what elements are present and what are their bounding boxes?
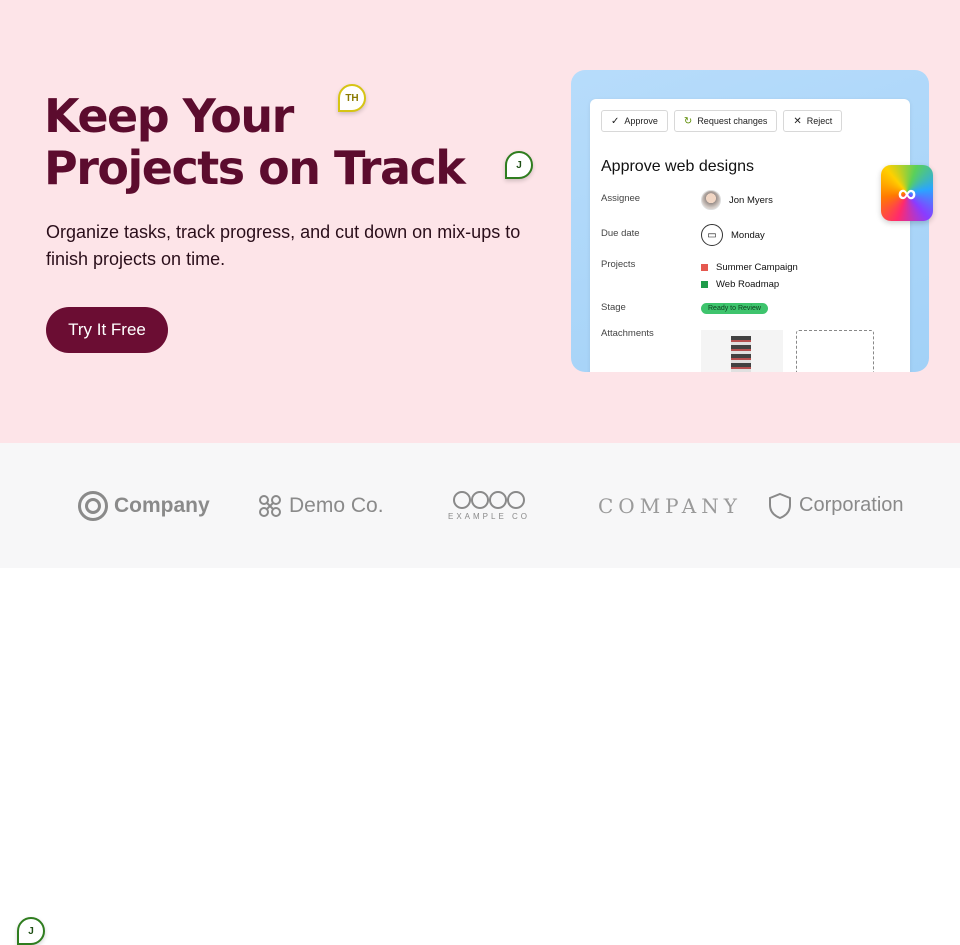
due-date-text: Monday xyxy=(731,229,765,241)
assignee-label: Assignee xyxy=(601,193,641,204)
plus-icon: + xyxy=(831,369,839,372)
check-icon: ✓ xyxy=(611,115,620,127)
project-item[interactable]: Web Roadmap xyxy=(701,279,779,290)
project-color-swatch xyxy=(701,264,708,271)
task-actions: ✓ Approve ↻ Request changes ✕ Reject xyxy=(601,110,843,132)
creative-cloud-logo-icon: ∞ xyxy=(881,165,933,221)
logo-demo-co: Demo Co. xyxy=(257,443,384,568)
puzzle-icon xyxy=(259,494,281,517)
logo-demo-co-text: Demo Co. xyxy=(289,493,384,517)
hero-subtext: Organize tasks, track progress, and cut … xyxy=(46,222,521,269)
target-icon xyxy=(78,490,108,521)
task-title: Approve web designs xyxy=(601,158,754,175)
logo-corporation: Corporation xyxy=(767,443,904,568)
attachments-label: Attachments xyxy=(601,328,654,339)
stage-value[interactable]: Ready to Review xyxy=(701,303,768,314)
attachment-preview xyxy=(731,336,751,372)
shield-icon xyxy=(769,492,791,519)
hero-section: Keep Your Projects on Track Organize tas… xyxy=(0,0,960,443)
user-pin-j: J xyxy=(505,151,533,179)
assignee-name: Jon Myers xyxy=(729,194,773,206)
stage-label: Stage xyxy=(601,302,626,313)
reject-button[interactable]: ✕ Reject xyxy=(783,110,843,132)
attachment-thumbnail[interactable] xyxy=(701,330,783,372)
logo-company: Company xyxy=(78,443,210,568)
project-color-swatch xyxy=(701,281,708,288)
logo-corporation-text: Corporation xyxy=(799,494,904,516)
close-icon: ✕ xyxy=(793,115,802,127)
status-badge: Ready to Review xyxy=(701,303,768,314)
avatar xyxy=(701,190,721,210)
user-pin-th: TH xyxy=(338,84,366,112)
request-changes-button[interactable]: ↻ Request changes xyxy=(673,110,778,132)
assignee-value[interactable]: Jon Myers xyxy=(701,190,773,210)
task-preview-panel: ✓ Approve ↻ Request changes ✕ Reject App… xyxy=(571,70,929,372)
project-item[interactable]: Summer Campaign xyxy=(701,262,798,273)
add-attachment-dropzone[interactable]: + xyxy=(796,330,874,372)
calendar-icon: ▭ xyxy=(701,224,723,246)
linked-circles-icon xyxy=(453,491,525,509)
logo-company-serif: COMPANY xyxy=(598,443,742,568)
customer-logos-strip: J Company Demo Co. EXAMPLE CO COMPANY Co… xyxy=(0,443,960,945)
logo-company-serif-text: COMPANY xyxy=(598,493,742,518)
reject-label: Reject xyxy=(806,116,833,126)
hero-headline: Keep Your Projects on Track xyxy=(44,89,466,195)
projects-label: Projects xyxy=(601,259,636,270)
approve-button[interactable]: ✓ Approve xyxy=(601,110,668,132)
approve-label: Approve xyxy=(624,116,658,126)
logo-company-text: Company xyxy=(114,493,210,517)
project-name: Summer Campaign xyxy=(716,262,798,273)
try-it-free-button[interactable]: Try It Free xyxy=(46,307,168,353)
project-name: Web Roadmap xyxy=(716,279,780,290)
refresh-icon: ↻ xyxy=(683,115,693,127)
due-date-label: Due date xyxy=(601,228,640,239)
logo-example-co-text: EXAMPLE CO xyxy=(448,512,531,521)
task-card: ✓ Approve ↻ Request changes ✕ Reject App… xyxy=(590,99,910,372)
due-date-value[interactable]: ▭ Monday xyxy=(701,224,765,246)
request-changes-label: Request changes xyxy=(697,116,768,126)
logo-example-co: EXAMPLE CO xyxy=(448,443,530,568)
user-pin-j: J xyxy=(17,917,45,945)
